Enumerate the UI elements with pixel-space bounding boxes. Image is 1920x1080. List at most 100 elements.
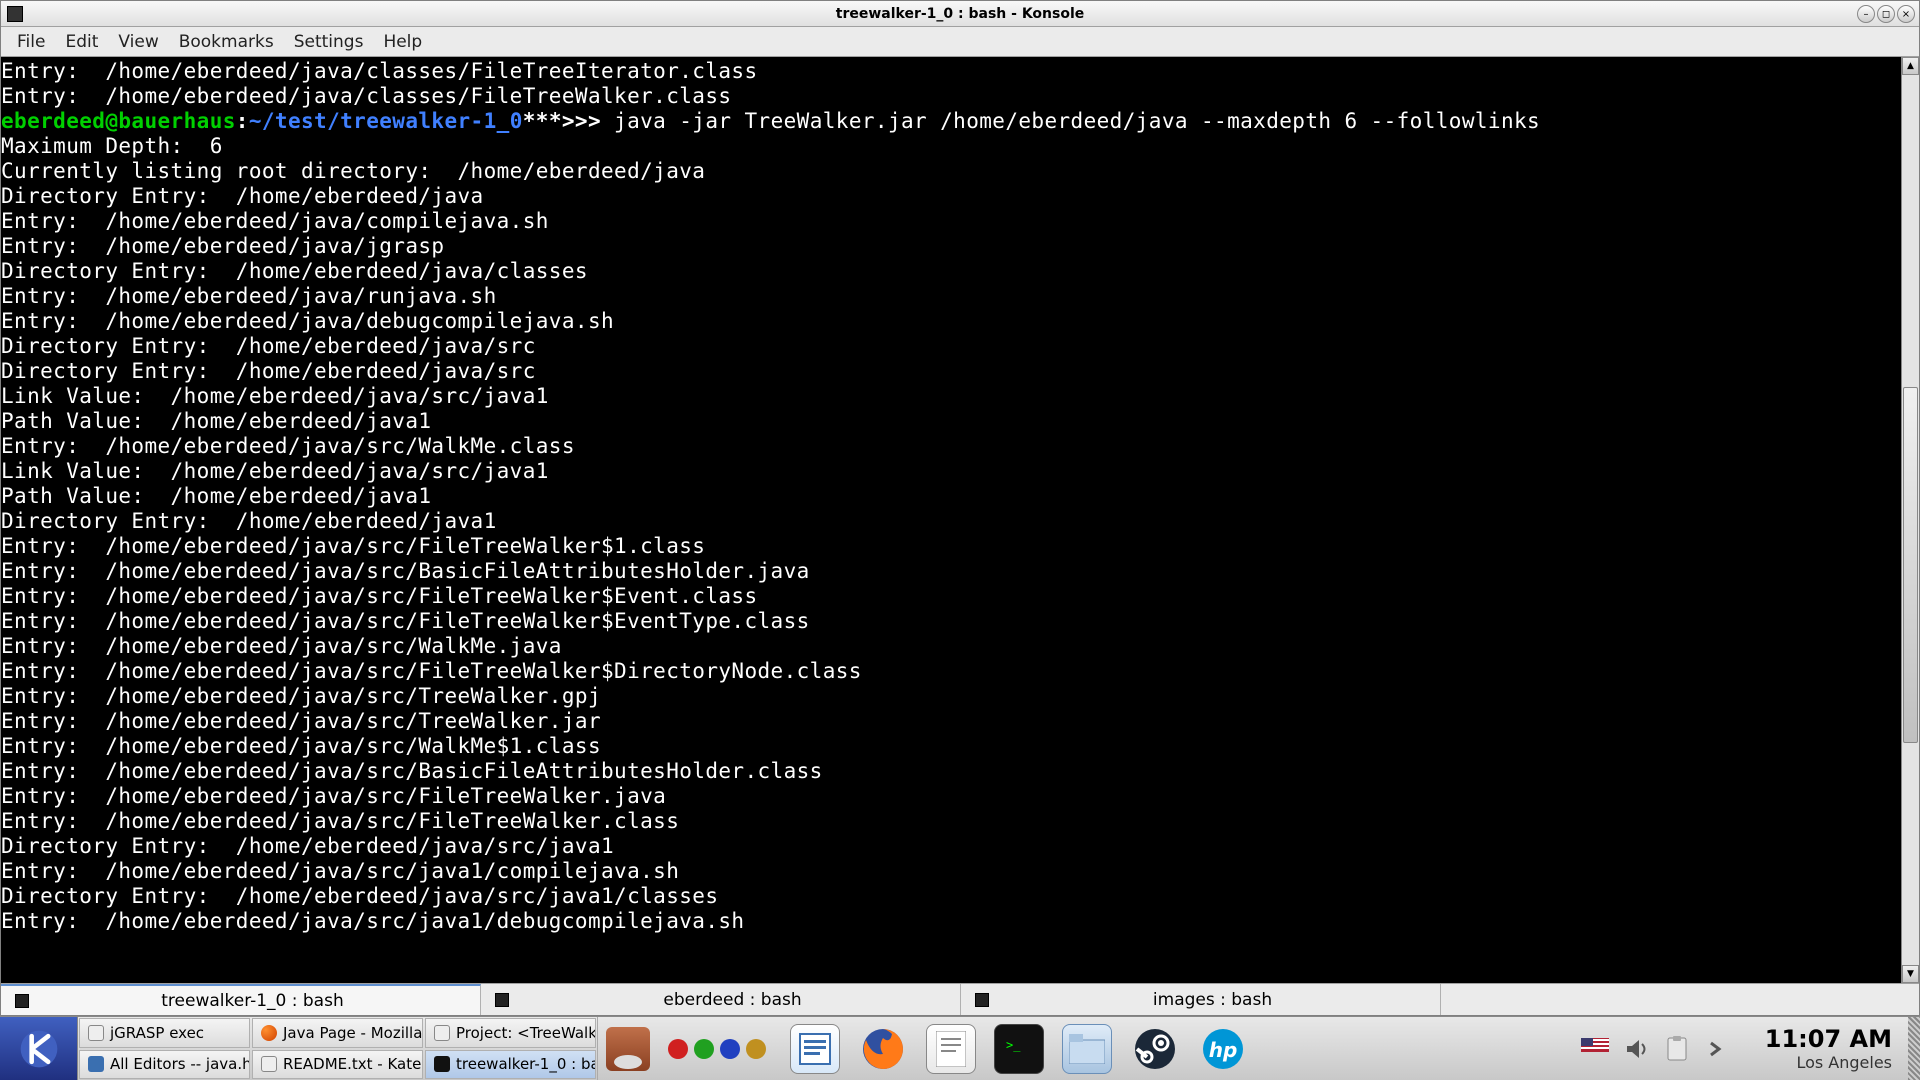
volume-icon[interactable] [1623,1035,1651,1063]
menu-edit[interactable]: Edit [55,28,108,56]
pager-desktop[interactable] [694,1039,714,1059]
terminal-area: Entry: /home/eberdeed/java/classes/FileT… [1,57,1919,983]
txt-icon [261,1056,277,1072]
terminal-line: Entry: /home/eberdeed/java/src/TreeWalke… [1,684,1901,709]
scrollbar[interactable]: ▲ ▼ [1901,57,1919,983]
libreoffice-icon[interactable] [790,1024,840,1074]
scroll-down-button[interactable]: ▼ [1902,965,1919,983]
terminal-line: Directory Entry: /home/eberdeed/java [1,184,1901,209]
titlebar[interactable]: treewalker-1_0 : bash - Konsole – ◻ × [1,1,1919,27]
pager-desktop[interactable] [668,1039,688,1059]
terminal-line: Entry: /home/eberdeed/java/src/FileTreeW… [1,584,1901,609]
terminal-line: Entry: /home/eberdeed/java/src/FileTreeW… [1,609,1901,634]
terminal-line: Entry: /home/eberdeed/java/src/java1/com… [1,859,1901,884]
konsole-tab-bar: treewalker-1_0 : bash eberdeed : bash imag… [1,983,1919,1015]
kde-start-button[interactable] [0,1017,78,1080]
konsole-tab[interactable]: images : bash [961,984,1441,1015]
taskbar-entry-label: Java Page - Mozilla [283,1024,422,1042]
pager-desktop[interactable] [720,1039,740,1059]
terminal-line: Entry: /home/eberdeed/java/src/java1/deb… [1,909,1901,934]
terminal-line: Entry: /home/eberdeed/java/src/FileTreeW… [1,809,1901,834]
window-icon [7,6,23,22]
taskbar-entry-label: jGRASP exec [110,1024,204,1042]
konsole-window: treewalker-1_0 : bash - Konsole – ◻ × Fi… [0,0,1920,1016]
term-icon [434,1056,450,1072]
svg-text:>_: >_ [1006,1038,1021,1052]
svg-text:hp: hp [1209,1038,1238,1062]
terminal-line: Entry: /home/eberdeed/java/src/BasicFile… [1,759,1901,784]
taskbar-entry[interactable]: jGRASP exec [79,1018,250,1048]
taskbar-entry[interactable]: Project: <TreeWalk [425,1018,596,1048]
taskbar-entry[interactable]: All Editors -- java.ht [79,1050,250,1080]
hp-icon[interactable]: hp [1198,1024,1248,1074]
device-notifier[interactable] [598,1017,658,1080]
terminal-line: Entry: /home/eberdeed/java/src/WalkMe$1.… [1,734,1901,759]
taskbar: jGRASP exec Java Page - Mozilla Project: <… [0,1016,1920,1080]
konsole-tab[interactable]: treewalker-1_0 : bash [1,984,481,1015]
terminal-line: Currently listing root directory: /home/… [1,159,1901,184]
menu-file[interactable]: File [7,28,55,56]
tray-expand-icon[interactable] [1707,1035,1735,1063]
taskbar-entry[interactable]: README.txt - Kate [252,1050,423,1080]
taskbar-entry-label: treewalker-1_0 : ba [456,1055,596,1073]
clock-location: Los Angeles [1796,1053,1892,1072]
terminal-line: Link Value: /home/eberdeed/java/src/java… [1,459,1901,484]
terminal-line: Directory Entry: /home/eberdeed/java/cla… [1,259,1901,284]
terminal-line: Entry: /home/eberdeed/java/src/FileTreeW… [1,659,1901,684]
konsole-tab-label: eberdeed : bash [519,990,946,1010]
terminal-line: Entry: /home/eberdeed/java/src/FileTreeW… [1,784,1901,809]
menu-view[interactable]: View [108,28,168,56]
menu-bookmarks[interactable]: Bookmarks [169,28,284,56]
clock[interactable]: 11:07 AM Los Angeles [1749,1017,1908,1080]
ff-icon [261,1025,277,1041]
terminal[interactable]: Entry: /home/eberdeed/java/classes/FileT… [1,57,1901,983]
terminal-line: Entry: /home/eberdeed/java/src/TreeWalke… [1,709,1901,734]
terminal-line: Entry: /home/eberdeed/java/debugcompilej… [1,309,1901,334]
package-icon [606,1027,650,1071]
scroll-up-button[interactable]: ▲ [1902,57,1919,75]
terminal-line: Entry: /home/eberdeed/java/src/WalkMe.ja… [1,634,1901,659]
txt-icon [88,1025,104,1041]
menu-settings[interactable]: Settings [284,28,374,56]
taskbar-entry-label: Project: <TreeWalk [456,1024,596,1042]
system-tray [1567,1017,1749,1080]
terminal-line: Entry: /home/eberdeed/java/classes/FileT… [1,84,1901,109]
konsole-tab-label: images : bash [999,990,1426,1010]
menu-help[interactable]: Help [373,28,432,56]
taskbar-entry[interactable]: Java Page - Mozilla [252,1018,423,1048]
txt-icon [434,1025,450,1041]
steam-icon[interactable] [1130,1024,1180,1074]
terminal-line: Entry: /home/eberdeed/java/classes/FileT… [1,59,1901,84]
task-entries: jGRASP exec Java Page - Mozilla Project: <… [78,1017,598,1080]
minimize-button[interactable]: – [1857,5,1875,23]
terminal-line: Entry: /home/eberdeed/java/jgrasp [1,234,1901,259]
scroll-track[interactable] [1902,75,1919,965]
terminal-line: Path Value: /home/eberdeed/java1 [1,484,1901,509]
konsole-tab[interactable]: eberdeed : bash [481,984,961,1015]
terminal-line: eberdeed@bauerhaus:~/test/treewalker-1_0… [1,109,1901,134]
pager-desktop[interactable] [746,1039,766,1059]
terminal-icon[interactable]: >_ [994,1024,1044,1074]
terminal-line: Directory Entry: /home/eberdeed/java/src [1,334,1901,359]
firefox-icon[interactable] [858,1024,908,1074]
terminal-line: Path Value: /home/eberdeed/java1 [1,409,1901,434]
konsole-tab-label: treewalker-1_0 : bash [39,991,466,1011]
text-editor-icon[interactable] [926,1024,976,1074]
maximize-button[interactable]: ◻ [1877,5,1895,23]
terminal-line: Link Value: /home/eberdeed/java/src/java… [1,384,1901,409]
terminal-icon [15,994,29,1008]
taskbar-entry-label: All Editors -- java.ht [110,1055,250,1073]
file-manager-icon[interactable] [1062,1024,1112,1074]
panel-grip[interactable] [1908,1017,1920,1080]
kate-icon [88,1056,104,1072]
terminal-line: Entry: /home/eberdeed/java/runjava.sh [1,284,1901,309]
terminal-line: Entry: /home/eberdeed/java/compilejava.s… [1,209,1901,234]
keyboard-layout-icon[interactable] [1581,1035,1609,1063]
taskbar-entry[interactable]: treewalker-1_0 : ba [425,1050,596,1080]
terminal-line: Entry: /home/eberdeed/java/src/WalkMe.cl… [1,434,1901,459]
clipboard-icon[interactable] [1665,1035,1693,1063]
close-button[interactable]: × [1897,5,1915,23]
desktop-pager[interactable] [658,1017,776,1080]
scroll-thumb[interactable] [1903,387,1918,743]
window-title: treewalker-1_0 : bash - Konsole [836,6,1085,22]
